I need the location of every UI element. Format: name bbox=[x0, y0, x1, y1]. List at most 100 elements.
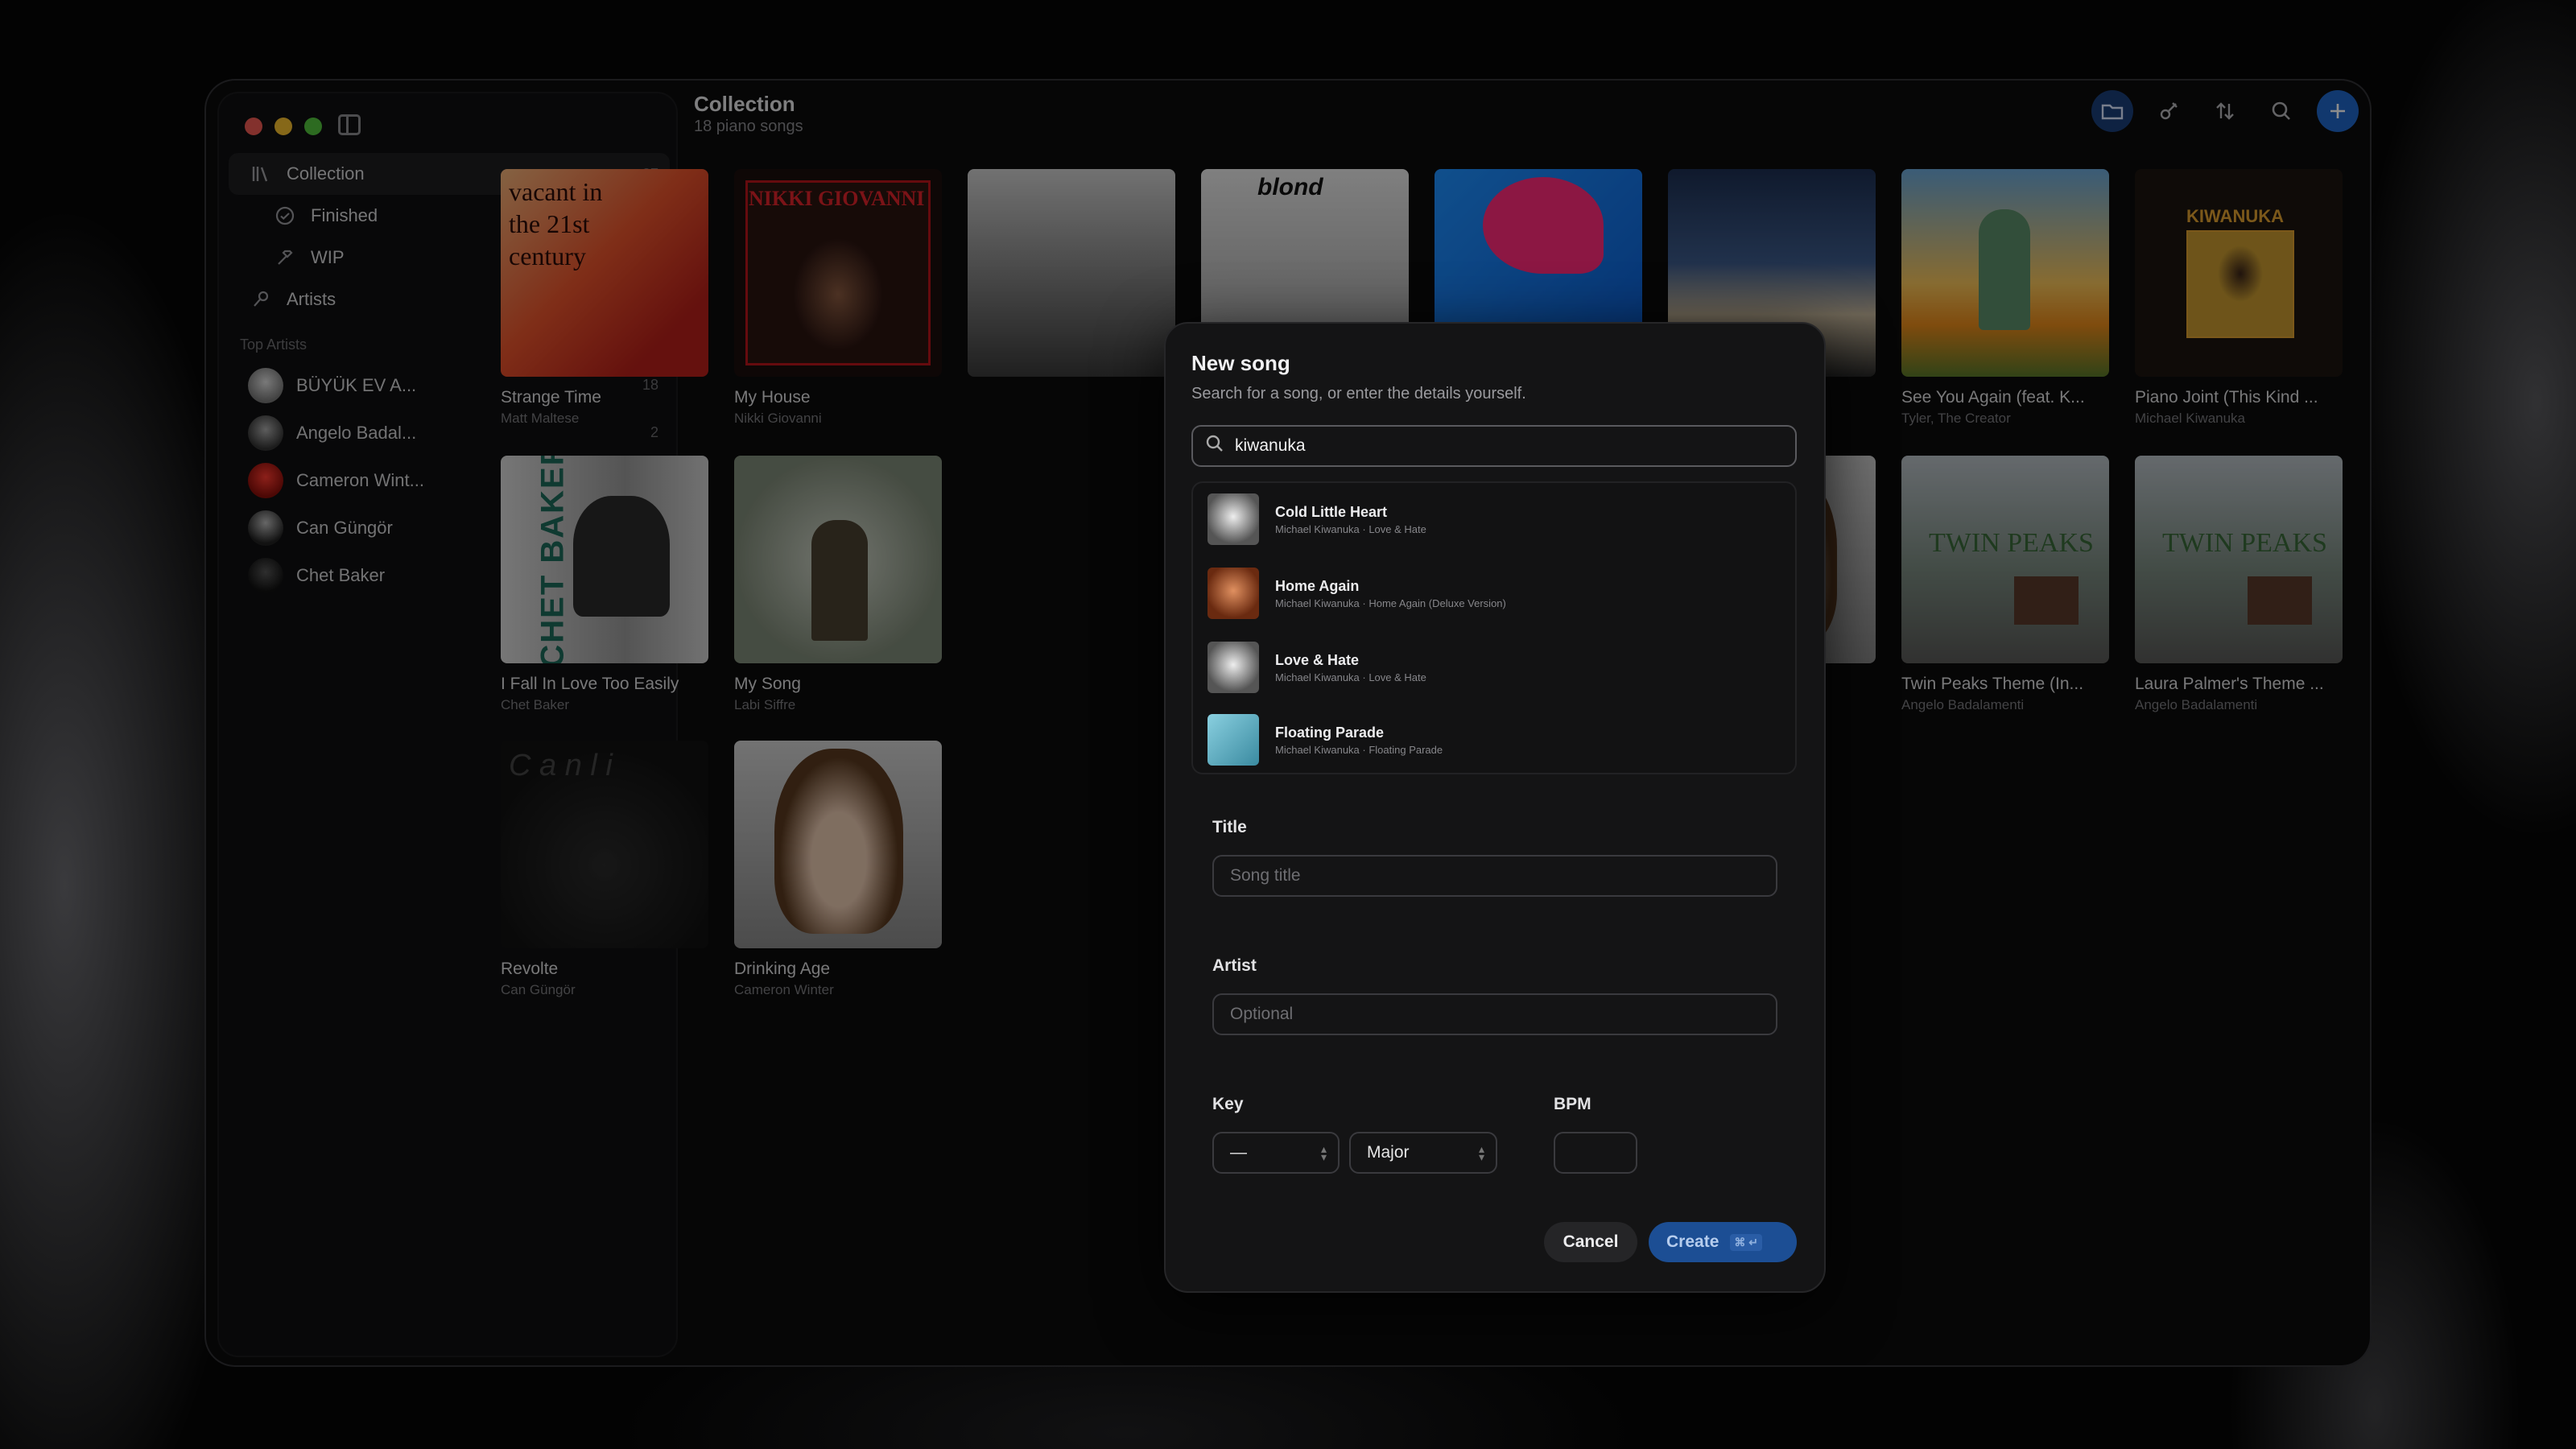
album-cover: CHET BAKER bbox=[501, 456, 708, 663]
result-title: Home Again bbox=[1275, 577, 1360, 594]
page-title: Collection bbox=[694, 92, 795, 116]
album-cover bbox=[1901, 169, 2109, 377]
song-card[interactable]: vacant in the 21st century Strange Time … bbox=[501, 169, 708, 427]
check-circle-icon bbox=[274, 204, 296, 227]
song-artist: Michael Kiwanuka bbox=[2135, 411, 2246, 426]
library-icon bbox=[250, 163, 272, 185]
cover-text: vacant in the 21st century bbox=[509, 177, 603, 270]
song-card[interactable]: CHET BAKER I Fall In Love Too Easily Che… bbox=[501, 456, 708, 713]
song-search-input[interactable] bbox=[1233, 436, 1752, 456]
sidebar-item-label: Collection bbox=[287, 163, 365, 184]
dialog-subtitle: Search for a song, or enter the details … bbox=[1191, 385, 1526, 402]
artist-count: 2 bbox=[650, 424, 658, 440]
result-subtitle: Michael Kiwanuka · Home Again (Deluxe Ve… bbox=[1275, 597, 1506, 609]
search-icon[interactable] bbox=[2260, 90, 2302, 132]
song-artist: Labi Siffre bbox=[734, 697, 796, 712]
cover-text: blond bbox=[1257, 174, 1323, 200]
mic-icon bbox=[250, 288, 272, 311]
album-cover: vacant in the 21st century bbox=[501, 169, 708, 377]
album-cover bbox=[968, 169, 1175, 377]
pick-icon[interactable] bbox=[2148, 90, 2190, 132]
search-result-item[interactable]: Love & Hate Michael Kiwanuka · Love & Ha… bbox=[1208, 641, 1771, 694]
key-select[interactable]: — ▴ ▾ bbox=[1212, 1132, 1340, 1174]
song-card[interactable]: See You Again (feat. K... Tyler, The Cre… bbox=[1901, 169, 2109, 427]
dialog-title: New song bbox=[1191, 351, 1290, 375]
song-card[interactable]: NIKKI GIOVANNI My House Nikki Giovanni bbox=[734, 169, 942, 427]
result-artwork bbox=[1208, 568, 1259, 619]
zoom-window-button[interactable] bbox=[304, 118, 322, 135]
result-subtitle: Michael Kiwanuka · Love & Hate bbox=[1275, 671, 1426, 683]
avatar bbox=[248, 557, 283, 593]
create-button[interactable]: Create ⌘ ↵ bbox=[1649, 1222, 1797, 1262]
bpm-field[interactable] bbox=[1554, 1132, 1637, 1174]
cancel-button[interactable]: Cancel bbox=[1544, 1222, 1637, 1262]
avatar bbox=[248, 415, 283, 451]
cover-text: TWIN PEAKS bbox=[2162, 528, 2327, 558]
song-artist: Angelo Badalamenti bbox=[2135, 697, 2258, 712]
result-artwork bbox=[1208, 642, 1259, 693]
song-artist: Cameron Winter bbox=[734, 982, 834, 997]
artist-name: Can Güngör bbox=[296, 517, 393, 538]
result-subtitle: Michael Kiwanuka · Floating Parade bbox=[1275, 743, 1443, 756]
key-label: Key bbox=[1212, 1095, 1244, 1113]
song-title: Twin Peaks Theme (In... bbox=[1901, 675, 2084, 693]
search-result-item[interactable]: Cold Little Heart Michael Kiwanuka · Lov… bbox=[1208, 493, 1771, 546]
cover-text: CHET BAKER bbox=[535, 456, 571, 663]
song-title: Laura Palmer's Theme ... bbox=[2135, 675, 2324, 693]
album-cover: KIWANUKA bbox=[2135, 169, 2343, 377]
song-title: Drinking Age bbox=[734, 960, 831, 978]
song-title: Strange Time bbox=[501, 388, 601, 407]
artist-field[interactable] bbox=[1212, 993, 1777, 1035]
plus-icon bbox=[2330, 104, 2345, 118]
song-card[interactable]: TWIN PEAKS Laura Palmer's Theme ... Ange… bbox=[2135, 456, 2343, 713]
sidebar-item-label: Finished bbox=[311, 205, 378, 225]
album-cover: TWIN PEAKS bbox=[2135, 456, 2343, 663]
app-window: Collection 37 Finished 5 WIP 32 bbox=[206, 80, 2370, 1365]
song-artist: Chet Baker bbox=[501, 697, 570, 712]
avatar bbox=[248, 462, 283, 498]
search-result-item[interactable]: Floating Parade Michael Kiwanuka · Float… bbox=[1208, 713, 1771, 766]
artist-name: Chet Baker bbox=[296, 564, 386, 585]
result-title: Love & Hate bbox=[1275, 651, 1360, 668]
song-card[interactable]: C a n l i Revolte Can Güngör bbox=[501, 741, 708, 998]
title-field[interactable] bbox=[1212, 855, 1777, 897]
song-card[interactable]: KIWANUKA Piano Joint (This Kind ... Mich… bbox=[2135, 169, 2343, 427]
song-search-field[interactable] bbox=[1191, 425, 1797, 467]
album-cover: TWIN PEAKS bbox=[1901, 456, 2109, 663]
sidebar-item-label: WIP bbox=[311, 247, 345, 267]
artist-name: Cameron Wint... bbox=[296, 469, 424, 490]
toolbar bbox=[2091, 90, 2359, 132]
keyboard-shortcut: ⌘ ↵ bbox=[1730, 1233, 1762, 1251]
album-cover bbox=[734, 741, 942, 948]
add-song-button[interactable] bbox=[2317, 90, 2359, 132]
key-value: — bbox=[1230, 1143, 1247, 1162]
sidebar-toggle-icon[interactable] bbox=[338, 114, 361, 135]
close-window-button[interactable] bbox=[245, 118, 262, 135]
song-card[interactable]: My Song Labi Siffre bbox=[734, 456, 942, 713]
chevron-updown-icon: ▴ ▾ bbox=[1320, 1142, 1327, 1163]
album-cover: NIKKI GIOVANNI bbox=[734, 169, 942, 377]
song-title: See You Again (feat. K... bbox=[1901, 388, 2085, 407]
folder-icon[interactable] bbox=[2091, 90, 2133, 132]
song-title: I Fall In Love Too Easily bbox=[501, 675, 679, 693]
song-title: Piano Joint (This Kind ... bbox=[2135, 388, 2318, 407]
result-artwork bbox=[1208, 493, 1259, 545]
minimize-window-button[interactable] bbox=[275, 118, 292, 135]
album-cover: C a n l i bbox=[501, 741, 708, 948]
song-card[interactable]: TWIN PEAKS Twin Peaks Theme (In... Angel… bbox=[1901, 456, 2109, 713]
song-title: My House bbox=[734, 388, 811, 407]
hammer-icon bbox=[274, 246, 296, 269]
sort-icon[interactable] bbox=[2204, 90, 2246, 132]
song-artist: Matt Maltese bbox=[501, 411, 580, 426]
song-card[interactable]: Drinking Age Cameron Winter bbox=[734, 741, 942, 998]
song-card[interactable] bbox=[968, 169, 1175, 377]
search-results-list: Cold Little Heart Michael Kiwanuka · Lov… bbox=[1191, 481, 1797, 774]
cover-text: NIKKI GIOVANNI bbox=[749, 187, 925, 210]
cover-text: KIWANUKA bbox=[2186, 206, 2284, 226]
search-result-item[interactable]: Home Again Michael Kiwanuka · Home Again… bbox=[1208, 567, 1771, 620]
result-title: Cold Little Heart bbox=[1275, 503, 1388, 520]
window-controls bbox=[245, 118, 322, 135]
search-icon bbox=[1206, 435, 1224, 457]
mode-select[interactable]: Major ▴ ▾ bbox=[1349, 1132, 1497, 1174]
song-artist: Angelo Badalamenti bbox=[1901, 697, 2025, 712]
